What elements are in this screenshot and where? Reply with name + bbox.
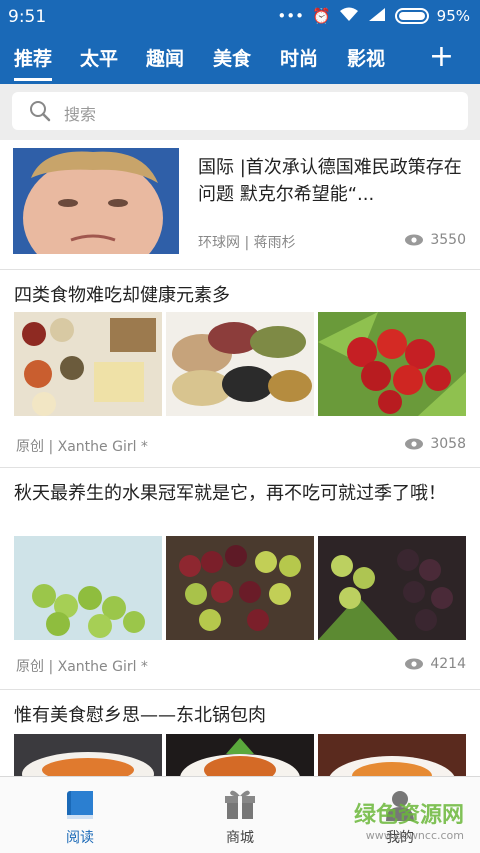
article-image bbox=[166, 536, 314, 640]
tab-film[interactable]: 影视 bbox=[347, 44, 385, 71]
article-title[interactable]: 秋天最养生的水果冠军就是它，再不吃可就过季了哦！ bbox=[14, 480, 466, 508]
eye-icon bbox=[405, 234, 424, 246]
nav-mall[interactable]: 商城 bbox=[200, 777, 280, 853]
article-title[interactable]: 惟有美食慰乡思——东北锅包肉 bbox=[14, 702, 466, 730]
article-thumbnail bbox=[13, 148, 179, 254]
tab-food[interactable]: 美食 bbox=[213, 44, 251, 71]
battery-icon bbox=[394, 8, 429, 24]
status-icons: ••• ⏰ 95% bbox=[277, 6, 470, 26]
article-image bbox=[14, 312, 162, 416]
nav-read[interactable]: 阅读 bbox=[40, 777, 120, 853]
watermark: 绿色资源网 www.downcc.com bbox=[353, 803, 464, 842]
view-count: 4214 bbox=[404, 656, 466, 672]
wifi-icon bbox=[339, 6, 359, 26]
news-feed[interactable]: 国际 |首次承认德国难民政策存在问题 默克尔希望能“... 环球网 | 蒋雨杉 … bbox=[0, 140, 480, 776]
article-image bbox=[166, 312, 314, 416]
alarm-icon: ⏰ bbox=[311, 7, 331, 25]
article-image-row bbox=[14, 734, 466, 776]
tab-fashion[interactable]: 时尚 bbox=[280, 44, 318, 71]
more-dots-icon: ••• bbox=[277, 7, 304, 25]
tab-recommend[interactable]: 推荐 bbox=[14, 44, 53, 81]
category-tab-bar: 推荐 太平 趣闻 美食 时尚 影视 + bbox=[0, 34, 480, 84]
article-card[interactable]: 秋天最养生的水果冠军就是它，再不吃可就过季了哦！ 原创 | Xanthe Gir… bbox=[0, 468, 480, 690]
article-source: 原创 | Xanthe Girl * bbox=[16, 659, 148, 675]
gift-icon bbox=[225, 790, 255, 819]
eye-icon bbox=[405, 438, 424, 450]
article-image bbox=[14, 734, 162, 776]
bottom-navigation: 阅读 商城 我的 绿色资源网 www.downcc.com bbox=[0, 776, 480, 853]
nav-label: 阅读 bbox=[66, 830, 94, 846]
status-time: 9:51 bbox=[8, 7, 47, 27]
article-image-row bbox=[14, 312, 466, 416]
search-placeholder: 搜索 bbox=[64, 105, 97, 124]
article-title[interactable]: 四类食物难吃却健康元素多 bbox=[14, 282, 466, 310]
article-image bbox=[14, 536, 162, 640]
article-image bbox=[318, 536, 466, 640]
book-icon bbox=[67, 791, 93, 819]
article-card[interactable]: 四类食物难吃却健康元素多 原创 | Xanthe Girl * 3058 bbox=[0, 270, 480, 468]
nav-label: 商城 bbox=[226, 830, 254, 846]
article-image bbox=[166, 734, 314, 776]
view-count: 3550 bbox=[404, 232, 466, 248]
tab-taiping[interactable]: 太平 bbox=[80, 44, 118, 71]
view-count: 3058 bbox=[404, 436, 466, 452]
article-image bbox=[318, 734, 466, 776]
eye-icon bbox=[405, 658, 424, 670]
article-image bbox=[318, 312, 466, 416]
plus-icon[interactable]: + bbox=[429, 42, 454, 72]
article-source: 环球网 | 蒋雨杉 bbox=[198, 235, 296, 251]
status-bar: 9:51 ••• ⏰ 95% bbox=[0, 0, 480, 34]
article-image-row bbox=[14, 536, 466, 640]
article-card[interactable]: 国际 |首次承认德国难民政策存在问题 默克尔希望能“... 环球网 | 蒋雨杉 … bbox=[0, 140, 480, 270]
battery-percent: 95% bbox=[436, 7, 470, 25]
article-source: 原创 | Xanthe Girl * bbox=[16, 439, 148, 455]
search-input[interactable]: 搜索 bbox=[12, 92, 468, 130]
article-card[interactable]: 惟有美食慰乡思——东北锅包肉 bbox=[0, 690, 480, 776]
search-icon bbox=[30, 101, 51, 122]
signal-icon bbox=[367, 6, 387, 26]
search-area: 搜索 bbox=[0, 84, 480, 140]
tab-fun-news[interactable]: 趣闻 bbox=[146, 44, 184, 71]
article-title[interactable]: 国际 |首次承认德国难民政策存在问题 默克尔希望能“... bbox=[198, 154, 466, 208]
